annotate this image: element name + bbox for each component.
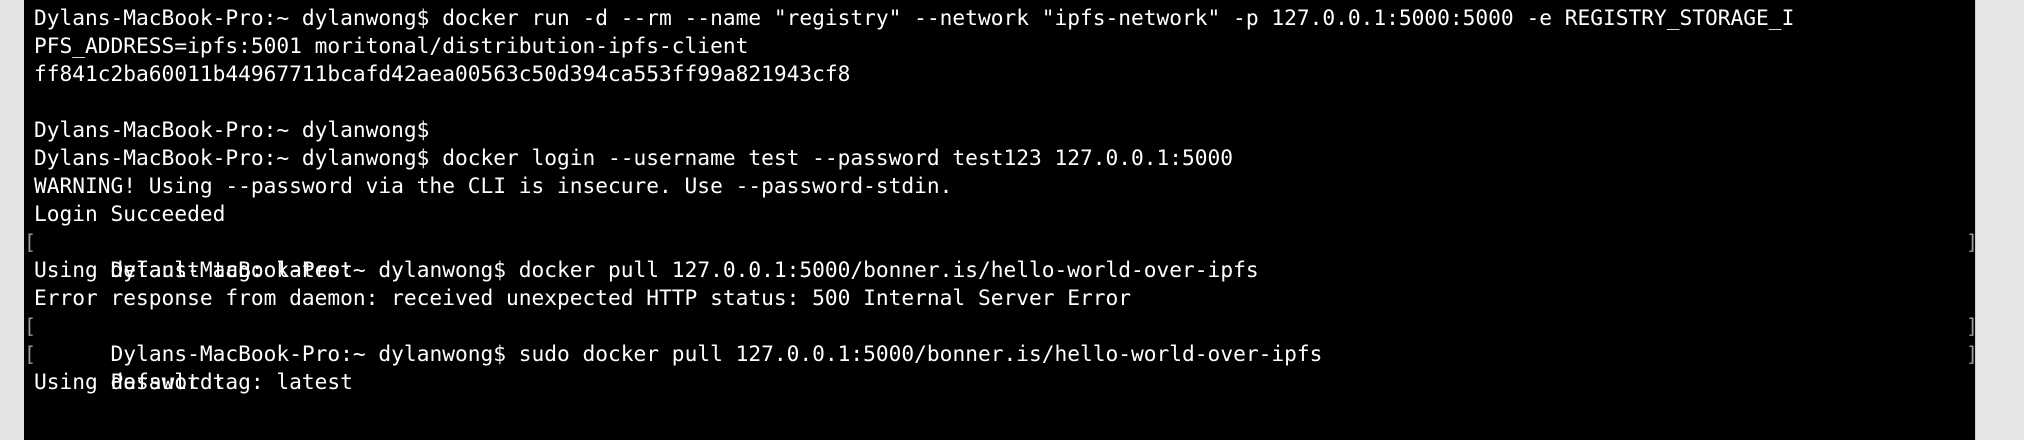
window-right-edge — [1975, 0, 2024, 440]
terminal-line: ff841c2ba60011b44967711bcafd42aea00563c5… — [34, 60, 1976, 88]
terminal-line-text: Login Succeeded — [34, 201, 226, 226]
terminal-line-text: Using default tag: latest — [34, 369, 353, 394]
terminal-line-text: PFS_ADDRESS=ipfs:5001 moritonal/distribu… — [34, 33, 749, 58]
terminal-line-marked: [Dylans-MacBook-Pro:~ dylanwong$ docker … — [24, 228, 1976, 282]
terminal-line-text: ff841c2ba60011b44967711bcafd42aea00563c5… — [34, 61, 851, 86]
terminal-window[interactable]: Dylans-MacBook-Pro:~ dylanwong$ docker r… — [24, 0, 1976, 440]
mark-bracket-left: [ — [24, 314, 37, 338]
terminal-line-marked: [Password:] — [24, 340, 1976, 394]
terminal-line: PFS_ADDRESS=ipfs:5001 moritonal/distribu… — [34, 32, 1976, 60]
terminal-output: Dylans-MacBook-Pro:~ dylanwong$ docker r… — [24, 4, 1976, 396]
terminal-line: Using default tag: latest — [34, 368, 1976, 396]
terminal-line-text: Dylans-MacBook-Pro:~ dylanwong$ docker r… — [34, 5, 1795, 30]
terminal-line-text: WARNING! Using --password via the CLI is… — [34, 173, 953, 198]
terminal-line: Using default tag: latest — [34, 256, 1976, 284]
terminal-line-text: Dylans-MacBook-Pro:~ dylanwong$ — [34, 117, 430, 142]
terminal-line: Dylans-MacBook-Pro:~ dylanwong$ docker l… — [34, 144, 1976, 172]
terminal-line: WARNING! Using --password via the CLI is… — [34, 172, 1976, 200]
terminal-line: Dylans-MacBook-Pro:~ dylanwong$ docker r… — [34, 4, 1976, 32]
terminal-line: Dylans-MacBook-Pro:~ dylanwong$ — [34, 116, 1976, 144]
terminal-line-text: Dylans-MacBook-Pro:~ dylanwong$ docker l… — [34, 145, 1234, 170]
mark-bracket-left: [ — [24, 342, 37, 366]
terminal-line-marked: [Dylans-MacBook-Pro:~ dylanwong$ sudo do… — [24, 312, 1976, 366]
terminal-line: Error response from daemon: received une… — [34, 284, 1976, 312]
terminal-line: Login Succeeded — [34, 200, 1976, 228]
terminal-line-text: Error response from daemon: received une… — [34, 285, 1132, 310]
mark-bracket-left: [ — [24, 230, 37, 254]
window-left-edge — [0, 0, 25, 440]
terminal-line-text: Using default tag: latest — [34, 257, 353, 282]
